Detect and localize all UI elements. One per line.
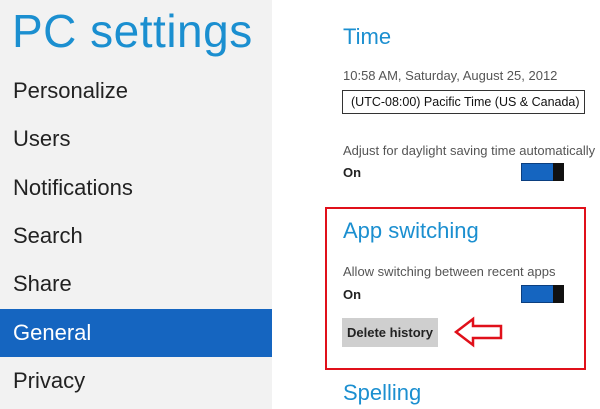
sidebar-item-notifications[interactable]: Notifications <box>0 164 272 212</box>
dst-state: On <box>343 165 362 180</box>
sidebar-item-users[interactable]: Users <box>0 115 272 163</box>
allow-switching-label: Allow switching between recent apps <box>343 264 556 279</box>
allow-switching-state: On <box>343 287 362 302</box>
page-title: PC settings <box>12 5 253 57</box>
toggle-thumb <box>553 163 564 181</box>
sidebar-item-share[interactable]: Share <box>0 260 272 308</box>
toggle-thumb <box>553 285 564 303</box>
app-switching-toggle[interactable] <box>521 285 564 303</box>
app-switching-heading: App switching <box>343 218 479 243</box>
spelling-heading: Spelling <box>343 380 422 405</box>
time-heading: Time <box>343 24 392 49</box>
sidebar-item-privacy[interactable]: Privacy <box>0 357 272 405</box>
timezone-select[interactable]: (UTC-08:00) Pacific Time (US & Canada) <box>342 90 585 114</box>
sidebar-item-search[interactable]: Search <box>0 212 272 260</box>
red-arrow-annotation-icon <box>453 316 503 348</box>
delete-history-button[interactable]: Delete history <box>342 318 438 347</box>
sidebar: PC settings Personalize Users Notificati… <box>0 0 272 409</box>
sidebar-item-personalize[interactable]: Personalize <box>0 67 272 115</box>
dst-toggle[interactable] <box>521 163 564 181</box>
sidebar-item-general[interactable]: General <box>0 309 272 357</box>
current-time: 10:58 AM, Saturday, August 25, 2012 <box>343 68 558 83</box>
dst-label: Adjust for daylight saving time automati… <box>343 143 596 158</box>
